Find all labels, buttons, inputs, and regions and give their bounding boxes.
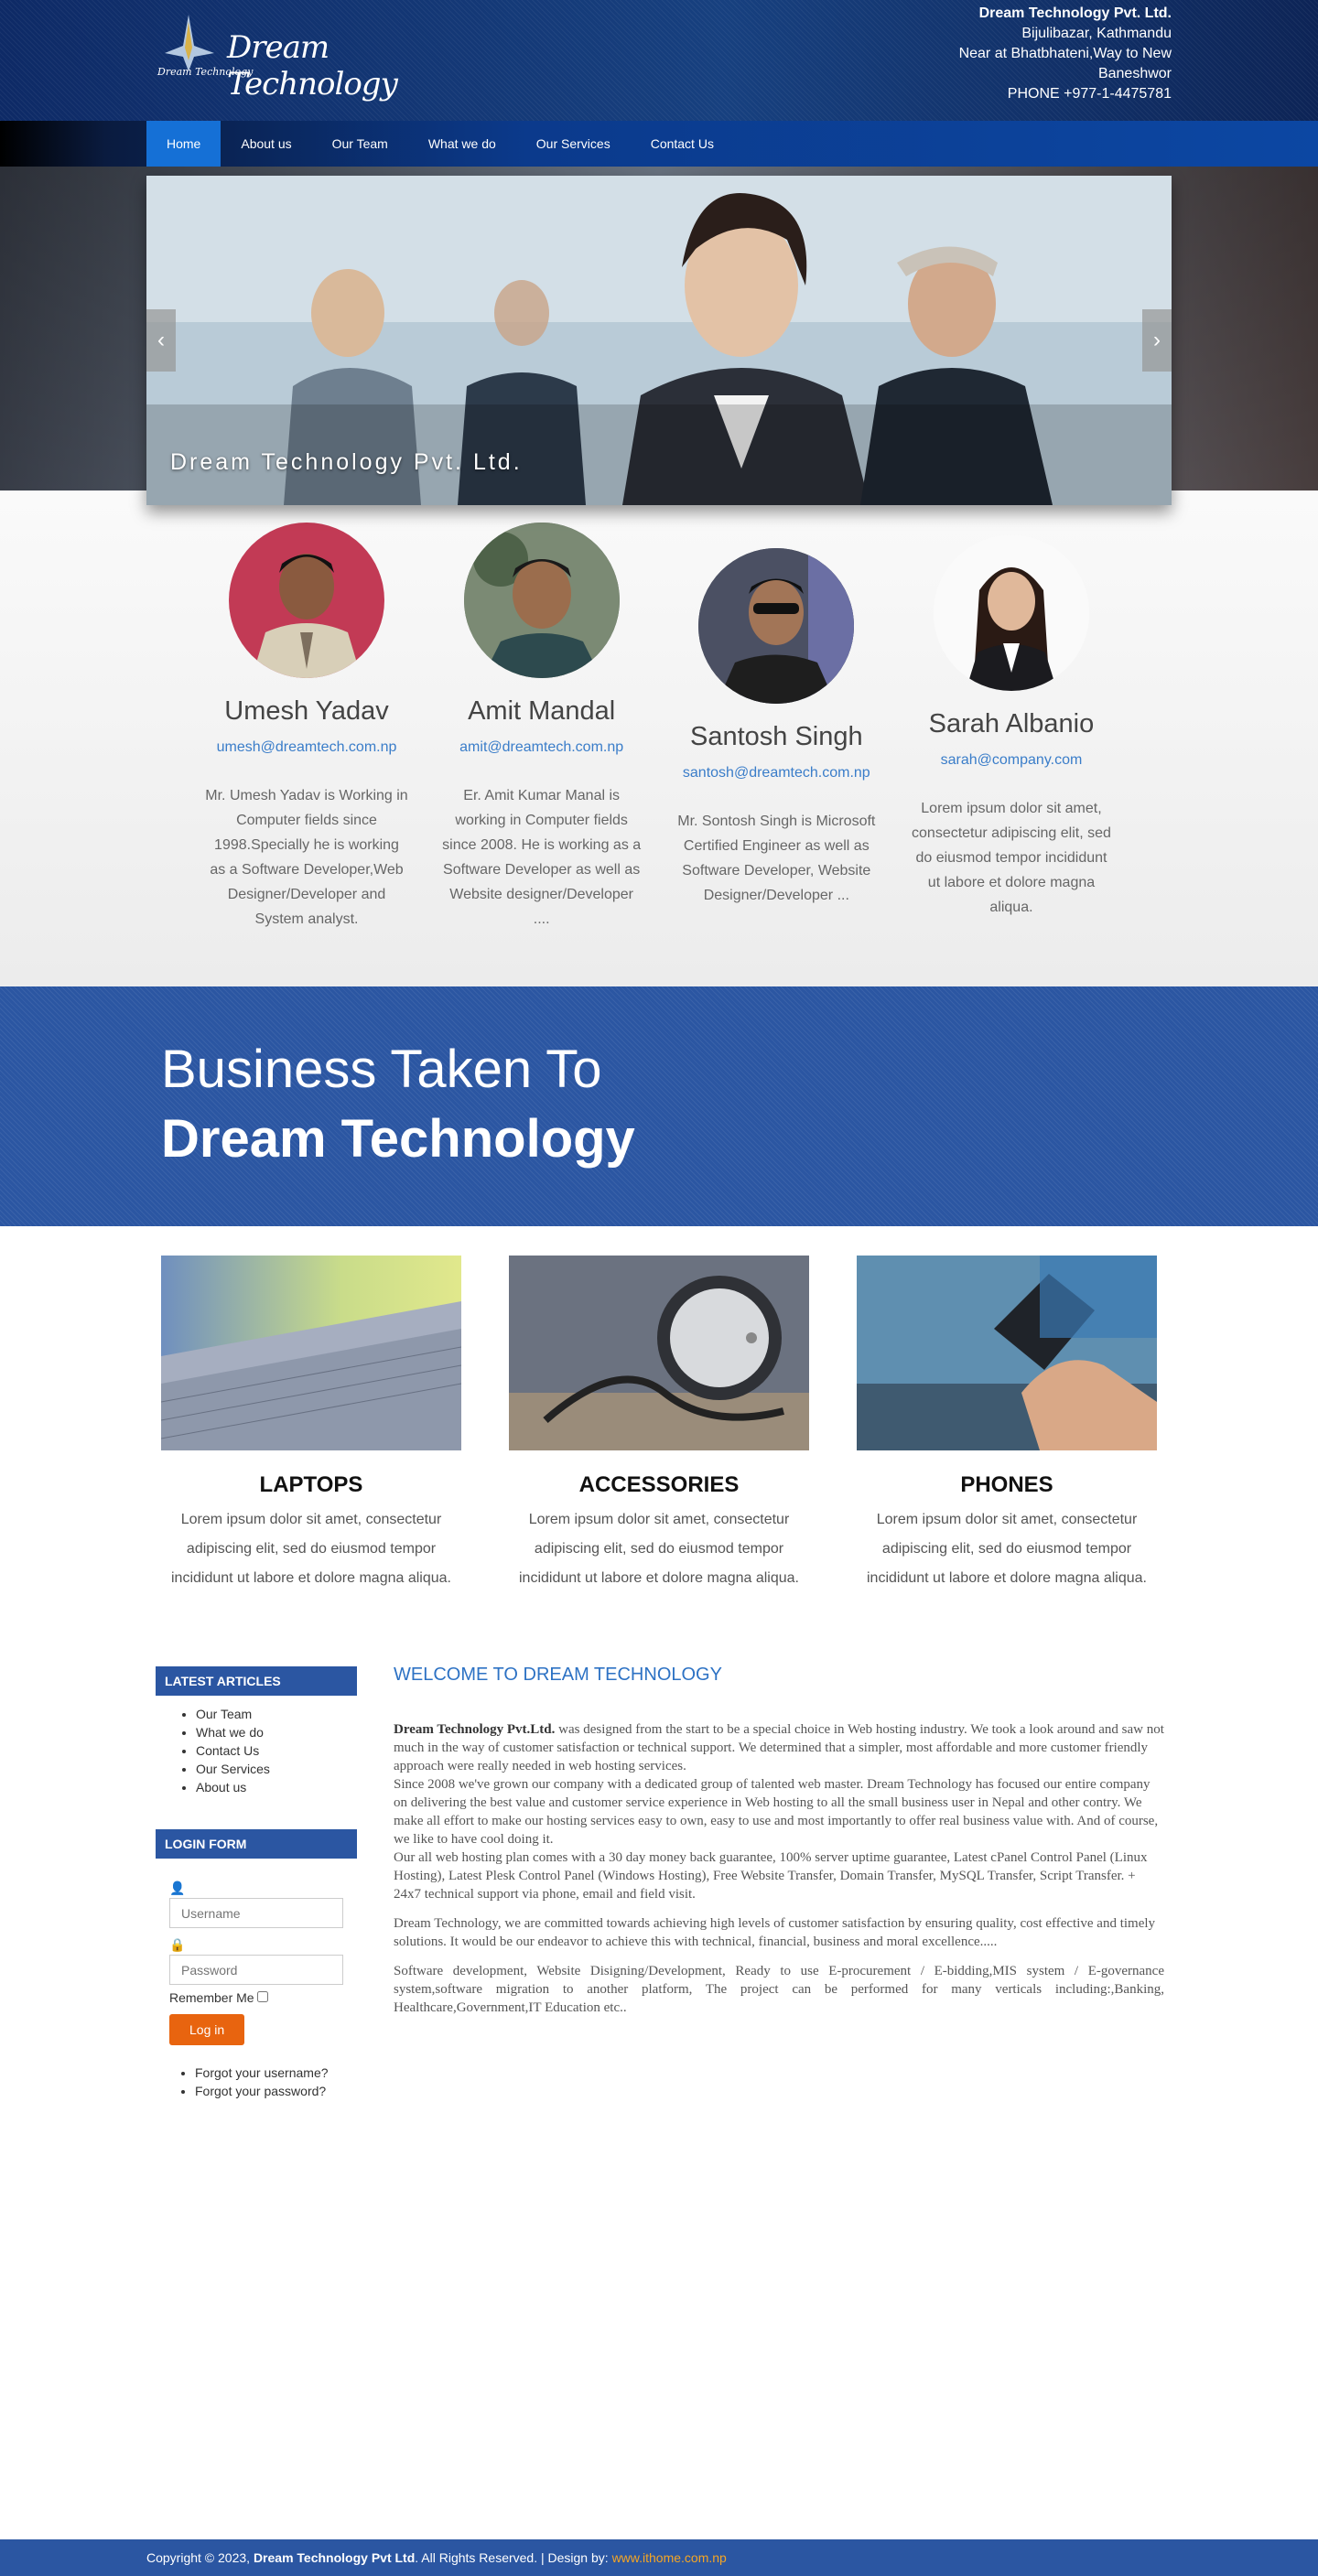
login-form: 👤 🔒 Remember Me Log in Forgot your usern… <box>156 1859 357 2100</box>
footer-company: Dream Technology Pvt Ltd <box>253 2550 416 2565</box>
article-paragraph: Software development, Website Disigning/… <box>394 1964 1164 2015</box>
business-banner: Business Taken To Dream Technology <box>0 986 1318 1226</box>
remember-checkbox[interactable] <box>257 1991 269 2002</box>
headphones-image <box>509 1256 809 1450</box>
site-header: Dream Technology Dream Technology Dream … <box>0 0 1318 121</box>
product-text: Lorem ipsum dolor sit amet, consectetur … <box>867 1512 1147 1586</box>
company-name: Dream Technology Pvt. Ltd. <box>978 5 1172 21</box>
article-link[interactable]: What we do <box>196 1723 357 1741</box>
article-company-name: Dream Technology Pvt.Ltd. <box>394 1722 556 1737</box>
image-slider: ‹ › Dream Technology Pvt. Ltd. <box>146 176 1172 505</box>
nav-item-team[interactable]: Our Team <box>312 121 408 167</box>
sidebar: LATEST ARTICLES Our Team What we do Cont… <box>156 1666 357 2100</box>
team-member: Amit Mandal amit@dreamtech.com.np Er. Am… <box>427 523 656 932</box>
member-name: Sarah Albanio <box>928 709 1095 738</box>
member-name: Santosh Singh <box>689 722 863 751</box>
laptop-image <box>161 1256 461 1450</box>
article-link[interactable]: Contact Us <box>196 1741 357 1760</box>
product-card: PHONES Lorem ipsum dolor sit amet, conse… <box>857 1256 1157 1593</box>
article-link[interactable]: About us <box>196 1778 357 1796</box>
avatar <box>463 523 620 678</box>
member-bio: Er. Amit Kumar Manal is working in Compu… <box>442 788 642 927</box>
login-form-heading: LOGIN FORM <box>156 1829 357 1859</box>
copyright-prefix: Copyright © 2023, <box>146 2550 254 2565</box>
avatar <box>933 535 1089 691</box>
remember-me: Remember Me <box>169 1990 343 2005</box>
content-section: LATEST ARTICLES Our Team What we do Cont… <box>0 1593 1318 2100</box>
nav-item-services[interactable]: Our Services <box>516 121 631 167</box>
password-input[interactable] <box>169 1955 343 1985</box>
product-title: ACCESSORIES <box>578 1472 740 1497</box>
banner-line-2: Dream Technology <box>161 1109 635 1169</box>
member-bio: Mr. Sontosh Singh is Microsoft Certified… <box>677 814 876 903</box>
forgot-password-link[interactable]: Forgot your password? <box>195 2082 343 2100</box>
site-logo[interactable]: Dream Technology Dream Technology <box>156 13 430 102</box>
forgot-username-link[interactable]: Forgot your username? <box>195 2064 343 2082</box>
product-title: LAPTOPS <box>259 1472 363 1497</box>
logo-subtext: Dream Technology <box>157 66 254 78</box>
designer-link[interactable]: www.ithome.com.np <box>612 2550 727 2565</box>
username-input[interactable] <box>169 1898 343 1928</box>
member-email[interactable]: sarah@company.com <box>897 752 1126 769</box>
latest-articles-list: Our Team What we do Contact Us Our Servi… <box>196 1705 357 1796</box>
product-card: LAPTOPS Lorem ipsum dolor sit amet, cons… <box>161 1256 461 1593</box>
member-email[interactable]: umesh@dreamtech.com.np <box>192 739 421 756</box>
address-line: Bijulibazar, Kathmandu <box>1021 26 1172 41</box>
article-paragraph: Since 2008 we've grown our company with … <box>394 1777 1159 1847</box>
remember-label: Remember Me <box>169 1990 254 2005</box>
latest-articles-heading: LATEST ARTICLES <box>156 1666 357 1696</box>
copyright-middle: . All Rights Reserved. | Design by: <box>415 2550 612 2565</box>
slider-next-button[interactable]: › <box>1142 309 1172 372</box>
login-button[interactable]: Log in <box>169 2014 245 2045</box>
team-section: Umesh Yadav umesh@dreamtech.com.np Mr. U… <box>0 490 1318 986</box>
article-paragraph: Dream Technology, we are committed towar… <box>394 1916 1156 1949</box>
logo-text: Dream Technology <box>227 29 398 102</box>
product-text: Lorem ipsum dolor sit amet, consectetur … <box>171 1512 451 1586</box>
login-module: LOGIN FORM 👤 🔒 Remember Me Log in Forgot… <box>156 1829 357 2100</box>
member-email[interactable]: amit@dreamtech.com.np <box>427 739 656 756</box>
banner-line-1: Business Taken To <box>161 1040 602 1099</box>
article-link[interactable]: Our Team <box>196 1705 357 1723</box>
team-member: Umesh Yadav umesh@dreamtech.com.np Mr. U… <box>192 523 421 932</box>
slider-band: ‹ › Dream Technology Pvt. Ltd. <box>0 167 1318 505</box>
nav-item-home[interactable]: Home <box>146 121 221 167</box>
product-card: ACCESSORIES Lorem ipsum dolor sit amet, … <box>509 1256 809 1593</box>
team-member: Santosh Singh santosh@dreamtech.com.np M… <box>662 548 891 932</box>
nav-item-about[interactable]: About us <box>221 121 311 167</box>
article-paragraph: Our all web hosting plan comes with a 30… <box>394 1850 1148 1902</box>
main-article: WELCOME TO DREAM TECHNOLOGY Dream Techno… <box>394 1665 1172 2100</box>
contact-address: Dream Technology Pvt. Ltd. Bijulibazar, … <box>959 4 1172 104</box>
slider-caption: Dream Technology Pvt. Ltd. <box>170 449 523 475</box>
phone-image <box>857 1256 1157 1450</box>
user-icon: 👤 <box>169 1881 186 1895</box>
product-title: PHONES <box>960 1472 1053 1497</box>
main-nav: Home About us Our Team What we do Our Se… <box>0 121 1318 167</box>
article-heading: WELCOME TO DREAM TECHNOLOGY <box>394 1665 722 1685</box>
member-name: Umesh Yadav <box>224 696 389 726</box>
member-bio: Mr. Umesh Yadav is Working in Computer f… <box>205 788 408 927</box>
article-body: Dream Technology Pvt.Ltd. was designed f… <box>394 1720 1164 2017</box>
member-name: Amit Mandal <box>468 696 616 726</box>
site-footer: Copyright © 2023, Dream Technology Pvt L… <box>0 2539 1318 2576</box>
avatar <box>698 548 855 704</box>
team-member: Sarah Albanio sarah@company.com Lorem ip… <box>897 535 1126 932</box>
article-link[interactable]: Our Services <box>196 1760 357 1778</box>
slider-prev-button[interactable]: ‹ <box>146 309 176 372</box>
member-email[interactable]: santosh@dreamtech.com.np <box>662 765 891 781</box>
nav-item-what-we-do[interactable]: What we do <box>408 121 516 167</box>
lock-icon: 🔒 <box>169 1937 186 1952</box>
phone-number: PHONE +977-1-4475781 <box>1007 86 1172 102</box>
address-line: Near at Bhatbhateni,Way to New <box>958 46 1172 61</box>
products-section: LAPTOPS Lorem ipsum dolor sit amet, cons… <box>0 1226 1318 1593</box>
nav-item-contact[interactable]: Contact Us <box>631 121 734 167</box>
address-line: Baneshwor <box>1097 66 1172 81</box>
product-text: Lorem ipsum dolor sit amet, consectetur … <box>519 1512 799 1586</box>
avatar <box>229 523 384 678</box>
member-bio: Lorem ipsum dolor sit amet, consectetur … <box>912 801 1111 915</box>
